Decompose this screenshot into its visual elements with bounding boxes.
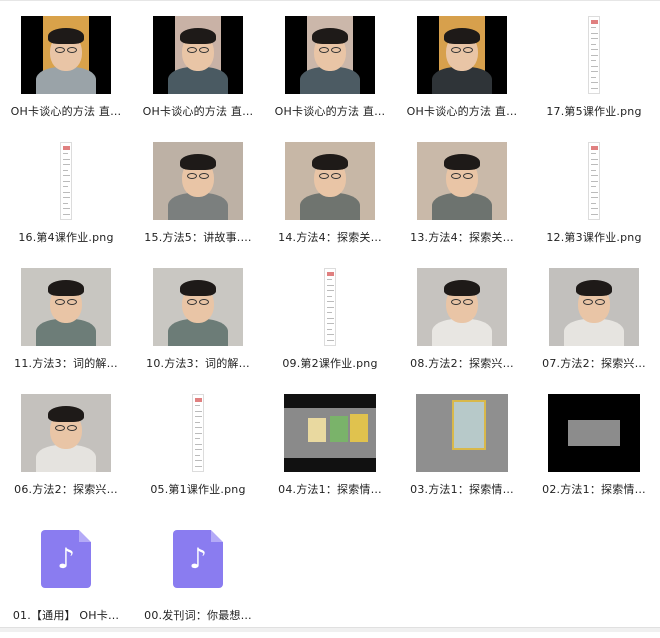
image-file-item[interactable]: 05.第1课作业.png — [132, 386, 264, 512]
audio-file-item[interactable]: ♪ 01.【通用】 OH卡… — [0, 512, 132, 638]
file-name-label: 13.方法4：探索关… — [410, 231, 514, 244]
file-name-label: 08.方法2：探索兴… — [410, 357, 514, 370]
file-name-label: 12.第3课作业.png — [546, 231, 642, 244]
video-thumbnail — [153, 16, 243, 94]
video-thumbnail — [417, 142, 507, 220]
video-file-item[interactable]: 07.方法2：探索兴… — [528, 260, 660, 386]
file-name-label: 10.方法3：词的解… — [146, 357, 250, 370]
video-file-item[interactable]: OH卡谈心的方法 直… — [0, 8, 132, 134]
video-thumbnail — [21, 394, 111, 472]
video-thumbnail — [285, 142, 375, 220]
video-file-item[interactable]: 15.方法5：讲故事.… — [132, 134, 264, 260]
video-thumbnail — [21, 268, 111, 346]
presenter-figure — [36, 16, 96, 94]
photo-thumbnail — [548, 394, 640, 472]
photo-thumbnail — [284, 394, 376, 472]
file-name-label: 06.方法2：探索兴… — [14, 483, 118, 496]
file-name-label: 17.第5课作业.png — [546, 105, 642, 118]
image-thumbnail — [60, 142, 72, 220]
presenter-figure — [432, 16, 492, 94]
horizontal-scrollbar[interactable] — [0, 627, 660, 632]
image-file-item[interactable]: 16.第4课作业.png — [0, 134, 132, 260]
photo-thumbnail — [416, 394, 508, 472]
file-name-label: OH卡谈心的方法 直… — [274, 105, 386, 118]
video-file-item[interactable]: OH卡谈心的方法 直… — [396, 8, 528, 134]
video-thumbnail — [21, 16, 111, 94]
file-name-label: 01.【通用】 OH卡… — [12, 609, 120, 622]
audio-file-item[interactable]: ♪ 00.发刊词：你最想… — [132, 512, 264, 638]
video-file-item[interactable]: 14.方法4：探索关… — [264, 134, 396, 260]
video-file-item[interactable]: 03.方法1：探索情… — [396, 386, 528, 512]
file-name-label: 07.方法2：探索兴… — [542, 357, 646, 370]
music-note-icon: ♪ — [57, 542, 75, 575]
presenter-figure — [549, 268, 639, 346]
presenter-figure — [417, 268, 507, 346]
file-name-label: 11.方法3：词的解… — [14, 357, 118, 370]
file-name-label: OH卡谈心的方法 直… — [142, 105, 254, 118]
file-name-label: 14.方法4：探索关… — [278, 231, 382, 244]
presenter-figure — [168, 16, 228, 94]
file-name-label: OH卡谈心的方法 直… — [406, 105, 518, 118]
audio-file-icon: ♪ — [41, 530, 91, 588]
image-file-item[interactable]: 12.第3课作业.png — [528, 134, 660, 260]
video-thumbnail — [417, 268, 507, 346]
video-file-item[interactable]: 02.方法1：探索情… — [528, 386, 660, 512]
presenter-figure — [153, 142, 243, 220]
file-name-label: 04.方法1：探索情… — [278, 483, 382, 496]
file-name-label: 15.方法5：讲故事.… — [144, 231, 252, 244]
video-thumbnail — [153, 142, 243, 220]
video-file-item[interactable]: 11.方法3：词的解… — [0, 260, 132, 386]
presenter-figure — [21, 268, 111, 346]
video-thumbnail — [285, 16, 375, 94]
video-thumbnail — [417, 16, 507, 94]
presenter-figure — [285, 142, 375, 220]
music-note-icon: ♪ — [189, 542, 207, 575]
video-file-item[interactable]: 08.方法2：探索兴… — [396, 260, 528, 386]
image-thumbnail — [324, 268, 336, 346]
video-file-item[interactable]: 13.方法4：探索关… — [396, 134, 528, 260]
file-name-label: 05.第1课作业.png — [150, 483, 246, 496]
image-file-item[interactable]: 17.第5课作业.png — [528, 8, 660, 134]
presenter-figure — [21, 394, 111, 472]
video-file-item[interactable]: 04.方法1：探索情… — [264, 386, 396, 512]
audio-file-icon: ♪ — [173, 530, 223, 588]
video-thumbnail — [153, 268, 243, 346]
image-thumbnail — [588, 142, 600, 220]
image-thumbnail — [588, 16, 600, 94]
presenter-figure — [153, 268, 243, 346]
file-name-label: 03.方法1：探索情… — [410, 483, 514, 496]
presenter-figure — [417, 142, 507, 220]
video-file-item[interactable]: OH卡谈心的方法 直… — [264, 8, 396, 134]
image-thumbnail — [192, 394, 204, 472]
file-name-label: 02.方法1：探索情… — [542, 483, 646, 496]
video-thumbnail — [549, 268, 639, 346]
video-file-item[interactable]: 06.方法2：探索兴… — [0, 386, 132, 512]
video-file-item[interactable]: 10.方法3：词的解… — [132, 260, 264, 386]
file-name-label: 16.第4课作业.png — [18, 231, 114, 244]
image-file-item[interactable]: 09.第2课作业.png — [264, 260, 396, 386]
presenter-figure — [300, 16, 360, 94]
file-name-label: OH卡谈心的方法 直… — [10, 105, 122, 118]
top-divider — [0, 0, 660, 1]
file-name-label: 09.第2课作业.png — [282, 357, 378, 370]
file-name-label: 00.发刊词：你最想… — [144, 609, 252, 622]
video-file-item[interactable]: OH卡谈心的方法 直… — [132, 8, 264, 134]
